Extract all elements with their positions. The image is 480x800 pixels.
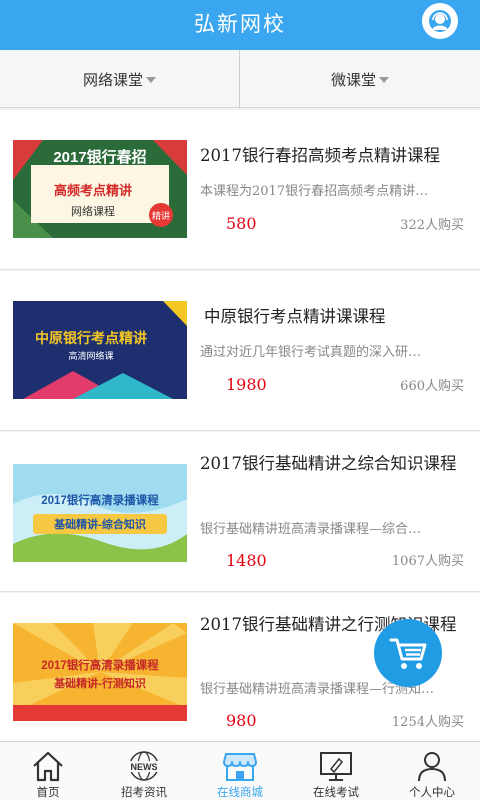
news-icon: NEWS: [128, 751, 160, 781]
customer-service-button[interactable]: [422, 3, 458, 39]
app-title: 弘新网校: [194, 12, 286, 36]
thumb-stamp: 精讲: [152, 210, 170, 221]
filter-online-class-label: 网络课堂: [82, 70, 143, 89]
course-thumbnail: 2017银行高清录播课程 基础精讲-行测知识: [13, 623, 187, 721]
course-buyer-count: 660人购买: [400, 379, 464, 394]
thumb-line1: 2017银行春招: [53, 148, 146, 166]
course-title: 2017银行基础精讲之综合知识课程: [200, 454, 457, 473]
caret-down-icon: [379, 77, 389, 83]
customer-service-icon: [429, 10, 451, 32]
tab-home[interactable]: 首页: [0, 742, 96, 800]
tab-store-label: 在线商城: [217, 785, 263, 799]
svg-text:NEWS: NEWS: [131, 762, 158, 772]
app-header: 弘新网校: [0, 0, 480, 50]
course-description: 本课程为2017银行春招高频考点精讲…: [200, 184, 429, 199]
thumb-line2: 高清网络课: [68, 350, 113, 361]
filter-micro-class[interactable]: 微课堂: [240, 50, 480, 108]
thumb-line2: 基础精讲-行测知识: [53, 676, 146, 690]
course-title: 2017银行春招高频考点精讲课程: [200, 146, 440, 165]
bottom-tab-bar: 首页 NEWS 招考资讯 在线商城 在线考试 个人中心: [0, 741, 480, 800]
course-buyer-count: 322人购买: [400, 218, 464, 233]
course-description: 银行基础精讲班高清录播课程—行测知…: [200, 682, 435, 697]
course-title: 中原银行考点精讲课课程: [204, 307, 386, 326]
tab-exam-label: 在线考试: [313, 785, 359, 799]
course-price: 1980: [226, 375, 267, 394]
course-item[interactable]: 2017银行春招 高频考点精讲 网络课程 精讲 2017银行春招高频考点精讲课程…: [0, 110, 480, 270]
tab-exam[interactable]: 在线考试: [288, 742, 384, 800]
course-thumbnail: 2017银行春招 高频考点精讲 网络课程 精讲: [13, 140, 187, 238]
course-item[interactable]: 2017银行高清录播课程 基础精讲-综合知识 2017银行基础精讲之综合知识课程…: [0, 432, 480, 592]
home-icon: [33, 751, 63, 782]
course-thumbnail: 2017银行高清录播课程 基础精讲-综合知识: [13, 464, 187, 562]
tab-profile[interactable]: 个人中心: [384, 742, 480, 800]
thumb-line1: 中原银行考点精讲: [35, 330, 147, 346]
course-description: 银行基础精讲班高清录播课程—综合…: [200, 522, 422, 537]
thumb-line2: 基础精讲-综合知识: [53, 517, 146, 531]
caret-down-icon: [146, 77, 156, 83]
exam-monitor-icon: [320, 752, 352, 781]
course-price: 580: [226, 214, 257, 233]
course-price: 980: [226, 711, 257, 730]
filter-micro-class-label: 微课堂: [330, 70, 376, 89]
course-buyer-count: 1067人购买: [391, 554, 464, 569]
user-icon: [418, 752, 446, 782]
tab-home-label: 首页: [36, 785, 60, 799]
thumb-line3: 网络课程: [71, 204, 115, 218]
tab-store[interactable]: 在线商城: [192, 742, 288, 800]
course-description: 通过对近几年银行考试真题的深入研…: [200, 345, 422, 360]
tab-news-label: 招考资讯: [121, 785, 167, 799]
course-item[interactable]: 中原银行考点精讲 高清网络课 中原银行考点精讲课课程 通过对近几年银行考试真题的…: [0, 271, 480, 431]
cart-button[interactable]: [374, 619, 442, 687]
course-thumbnail: 中原银行考点精讲 高清网络课: [13, 301, 187, 399]
course-buyer-count: 1254人购买: [391, 715, 464, 730]
course-price: 1480: [226, 551, 267, 570]
store-icon: [223, 753, 257, 781]
filter-online-class[interactable]: 网络课堂: [0, 50, 240, 108]
thumb-line1: 2017银行高清录播课程: [41, 658, 159, 672]
thumb-line1: 2017银行高清录播课程: [41, 493, 159, 507]
category-filter-bar: 网络课堂 微课堂: [0, 50, 480, 108]
thumb-line2: 高频考点精讲: [54, 183, 132, 198]
tab-news[interactable]: NEWS 招考资讯: [96, 742, 192, 800]
tab-profile-label: 个人中心: [409, 785, 455, 799]
cart-icon: [389, 638, 427, 669]
